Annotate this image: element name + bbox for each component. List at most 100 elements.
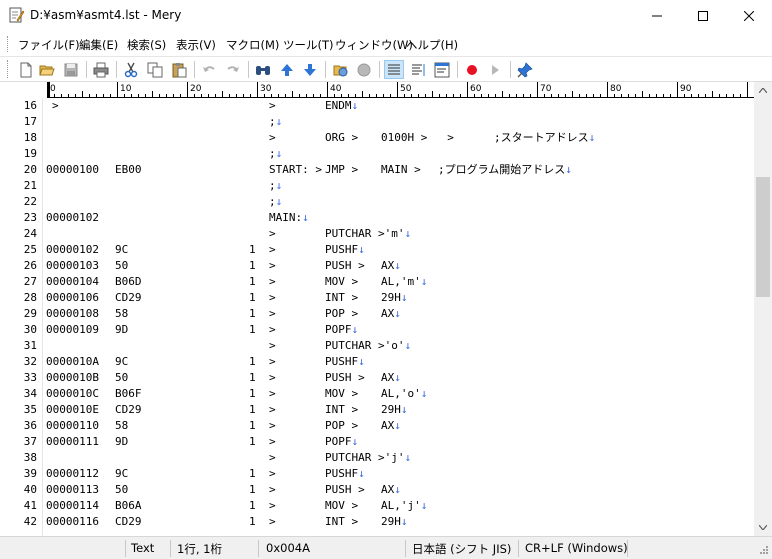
status-encoding[interactable]: 日本語 (シフト JIS): [412, 541, 511, 557]
menu-window[interactable]: ウィンドウ(W): [335, 37, 413, 53]
line-number: 31: [23, 339, 37, 352]
print-icon[interactable]: [91, 60, 111, 79]
vertical-scrollbar[interactable]: [754, 82, 772, 536]
line-cnt: 1: [249, 419, 256, 432]
line-addr: 0000010A: [46, 355, 99, 368]
paste-icon[interactable]: [169, 60, 189, 79]
editor-line[interactable]: 18 > ORG > 0100H > > ;スタートアドレス↓: [0, 130, 754, 146]
ruler-label: 60: [470, 84, 482, 94]
line-number: 25: [23, 243, 37, 256]
editor-line[interactable]: 17 ;↓: [0, 114, 754, 130]
save-icon[interactable]: [61, 60, 81, 79]
cut-icon[interactable]: [121, 60, 141, 79]
line-op: MOV >: [325, 275, 359, 288]
line-code: 50: [115, 259, 129, 272]
editor-line[interactable]: 26 00000103 50 1 > PUSH > AX↓: [0, 258, 754, 274]
open-browser-icon[interactable]: [331, 60, 351, 79]
line-addr: 00000108: [46, 307, 99, 320]
line-label: ;↓: [269, 115, 283, 128]
no-wrap-icon[interactable]: [384, 60, 404, 79]
editor-line[interactable]: 24 > PUTCHAR >'m'↓: [0, 226, 754, 242]
minimize-button[interactable]: [634, 0, 680, 31]
editor-line[interactable]: 27 00000104 B06D 1 > MOV > AL,'m'↓: [0, 274, 754, 290]
editor-line[interactable]: 23 00000102 MAIN:↓: [0, 210, 754, 226]
eol-marker: ↓: [394, 371, 401, 384]
menu-view[interactable]: 表示(V): [176, 37, 216, 53]
resize-grip-icon[interactable]: [757, 545, 769, 557]
close-button[interactable]: [726, 0, 772, 31]
find-icon[interactable]: [253, 60, 273, 79]
editor-line[interactable]: 35 0000010E CD29 1 > INT > 29H↓: [0, 402, 754, 418]
line-op: PUSHF↓: [325, 467, 365, 480]
menu-grip[interactable]: [7, 36, 10, 52]
editor-line[interactable]: 37 00000111 9D 1 > POPF↓: [0, 434, 754, 450]
editor-line[interactable]: 16 > > ENDM↓: [0, 98, 754, 114]
copy-icon[interactable]: [145, 60, 165, 79]
menu-search[interactable]: 検索(S): [127, 37, 166, 53]
editor-line[interactable]: 39 00000112 9C 1 > PUSHF↓: [0, 466, 754, 482]
undo-icon[interactable]: [199, 60, 219, 79]
editor-line[interactable]: 20 00000100 EB00 START: > JMP > MAIN > ;プログラム開…: [0, 162, 754, 178]
find-up-icon[interactable]: [277, 60, 297, 79]
line-args: AX↓: [381, 307, 401, 320]
line-cnt: 1: [249, 403, 256, 416]
line-op: JMP >: [325, 163, 359, 176]
editor-line[interactable]: 30 00000109 9D 1 > POPF↓: [0, 322, 754, 338]
line-cnt: 1: [249, 515, 256, 528]
text-editor[interactable]: 16 > > ENDM↓ 17 ;↓ 18 > ORG > 0100H > > ;スタートアドレス↓…: [0, 98, 754, 536]
eol-marker: ↓: [420, 275, 428, 288]
scrollbar-thumb[interactable]: [756, 177, 770, 297]
editor-line[interactable]: 32 0000010A 9C 1 > PUSHF↓: [0, 354, 754, 370]
editor-line[interactable]: 31 > PUTCHAR >'o'↓: [0, 338, 754, 354]
stop-icon[interactable]: [354, 60, 374, 79]
menu-file[interactable]: ファイル(F): [18, 37, 80, 53]
menu-help[interactable]: ヘルプ(H): [406, 37, 458, 53]
scroll-up-button[interactable]: [754, 82, 772, 99]
new-file-icon[interactable]: [16, 60, 36, 79]
line-label: >: [269, 275, 276, 288]
eol-marker: ↓: [394, 259, 401, 272]
status-position[interactable]: 1行, 1桁: [177, 541, 222, 557]
toolbar-grip[interactable]: [7, 60, 10, 78]
editor-line[interactable]: 22 ;↓: [0, 194, 754, 210]
pin-icon[interactable]: [515, 60, 535, 79]
maximize-button[interactable]: [680, 0, 726, 31]
line-op: PUTCHAR >'j'↓: [325, 451, 412, 464]
status-newline[interactable]: CR+LF (Windows): [525, 541, 628, 555]
line-label: >: [269, 243, 276, 256]
line-addr: 00000111: [46, 435, 99, 448]
scroll-down-button[interactable]: [754, 519, 772, 536]
find-down-icon[interactable]: [300, 60, 320, 79]
redo-icon[interactable]: [223, 60, 243, 79]
mery-app-icon[interactable]: [8, 7, 25, 23]
wrap-column-icon[interactable]: [432, 60, 452, 79]
editor-line[interactable]: 29 00000108 58 1 > POP > AX↓: [0, 306, 754, 322]
line-op: INT >: [325, 403, 359, 416]
menu-tools[interactable]: ツール(T): [283, 37, 334, 53]
record-macro-icon[interactable]: [462, 60, 482, 79]
editor-line[interactable]: 42 00000116 CD29 1 > INT > 29H↓: [0, 514, 754, 530]
line-args: MAIN >: [381, 163, 421, 176]
editor-line[interactable]: 40 00000113 50 1 > PUSH > AX↓: [0, 482, 754, 498]
eol-marker: ↓: [275, 147, 283, 160]
editor-line[interactable]: 38 > PUTCHAR >'j'↓: [0, 450, 754, 466]
run-macro-icon[interactable]: [485, 60, 505, 79]
editor-line[interactable]: 28 00000106 CD29 1 > INT > 29H↓: [0, 290, 754, 306]
wrap-window-icon[interactable]: [408, 60, 428, 79]
line-label: >: [269, 291, 276, 304]
eol-marker: ↓: [394, 483, 401, 496]
editor-line[interactable]: 34 0000010C B06F 1 > MOV > AL,'o'↓: [0, 386, 754, 402]
open-folder-icon[interactable]: [37, 60, 57, 79]
editor-line[interactable]: 19 ;↓: [0, 146, 754, 162]
line-number: 40: [23, 483, 37, 496]
line-addr: 00000100: [46, 163, 99, 176]
editor-line[interactable]: 25 00000102 9C 1 > PUSHF↓: [0, 242, 754, 258]
editor-line[interactable]: 21 ;↓: [0, 178, 754, 194]
menu-macro[interactable]: マクロ(M): [226, 37, 279, 53]
menu-edit[interactable]: 編集(E): [79, 37, 118, 53]
editor-line[interactable]: 33 0000010B 50 1 > PUSH > AX↓: [0, 370, 754, 386]
editor-line[interactable]: 36 00000110 58 1 > POP > AX↓: [0, 418, 754, 434]
editor-line[interactable]: 41 00000114 B06A 1 > MOV > AL,'j'↓: [0, 498, 754, 514]
status-mode[interactable]: Text: [131, 541, 154, 555]
line-args: 29H↓: [381, 515, 408, 528]
